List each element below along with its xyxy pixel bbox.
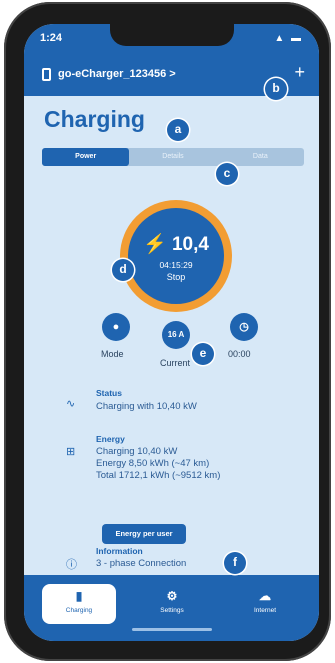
callout-badge-b: b (265, 78, 287, 100)
page-title: Charging (44, 106, 145, 132)
energy-total: Total 1712,1 kWh (~9512 km) (96, 470, 221, 481)
information-text: 3 - phase Connection (96, 558, 187, 569)
stop-button[interactable]: Stop (128, 272, 224, 282)
tab-details[interactable]: Details (129, 148, 216, 166)
energy-per-user-button[interactable]: Energy per user (102, 524, 186, 544)
nav-settings-label: Settings (160, 607, 184, 614)
energy-title: Energy (96, 434, 125, 444)
charging-gauge[interactable]: ⚡ 10,4 04:15:29 Stop (120, 200, 232, 312)
current-icon: 16 A (167, 330, 185, 339)
charging-timer: 04:15:29 (159, 260, 193, 270)
tab-bar: Power Details Data (42, 148, 304, 166)
timer-icon: ◷ (239, 321, 249, 333)
cloud-icon: ☁ (259, 589, 271, 603)
nav-settings[interactable]: ⚙ Settings (135, 584, 209, 624)
callout-badge-f: f (224, 552, 246, 574)
charger-plug-icon (42, 68, 51, 81)
gauge-center[interactable]: ⚡ 10,4 04:15:29 Stop (128, 208, 224, 304)
add-device-button[interactable]: + (294, 62, 305, 83)
info-icon: ⓘ (66, 559, 77, 571)
app-screen: 1:24 ▲ ▬ go-eCharger_123456 > + Charging… (24, 24, 319, 641)
energy-charging: Charging 10,40 kW (96, 446, 178, 457)
status-time: 1:24 (40, 32, 63, 44)
status-text: Charging with 10,40 kW (96, 401, 197, 412)
mode-icon: ● (112, 321, 120, 333)
timer-label: 00:00 (228, 349, 251, 359)
callout-badge-a: a (167, 119, 189, 141)
callout-badge-e: e (192, 343, 214, 365)
information-title: Information (96, 546, 143, 556)
phone-frame: 1:24 ▲ ▬ go-eCharger_123456 > + Charging… (4, 2, 331, 661)
nav-internet[interactable]: ☁ Internet (228, 584, 302, 624)
gear-icon: ⚙ (166, 589, 178, 603)
callout-badge-c: c (216, 163, 238, 185)
mode-button[interactable]: ● (102, 313, 130, 341)
charger-icon: ▮ (75, 589, 83, 603)
nav-internet-label: Internet (253, 607, 277, 614)
nav-charging-label: Charging (65, 607, 93, 614)
bottom-nav: ▮ Charging ⚙ Settings ☁ Internet (24, 575, 319, 641)
signal-icon: ▲ ▬ (274, 33, 303, 44)
status-icon: ∿ (66, 398, 76, 410)
mode-label: Mode (101, 349, 124, 359)
current-button[interactable]: 16 A (162, 321, 190, 349)
device-selector[interactable]: go-eCharger_123456 > (58, 68, 176, 80)
camera-notch (110, 24, 234, 46)
home-indicator (132, 628, 212, 631)
energy-icon: ⊞ (66, 446, 76, 458)
callout-badge-d: d (112, 259, 134, 281)
energy-session: Energy 8,50 kWh (~47 km) (96, 458, 210, 469)
timer-button[interactable]: ◷ (230, 313, 258, 341)
nav-charging[interactable]: ▮ Charging (42, 584, 116, 624)
current-label: Current (160, 358, 191, 368)
status-title: Status (96, 388, 122, 398)
power-value: ⚡ 10,4 (143, 234, 209, 255)
tab-power[interactable]: Power (42, 148, 130, 166)
